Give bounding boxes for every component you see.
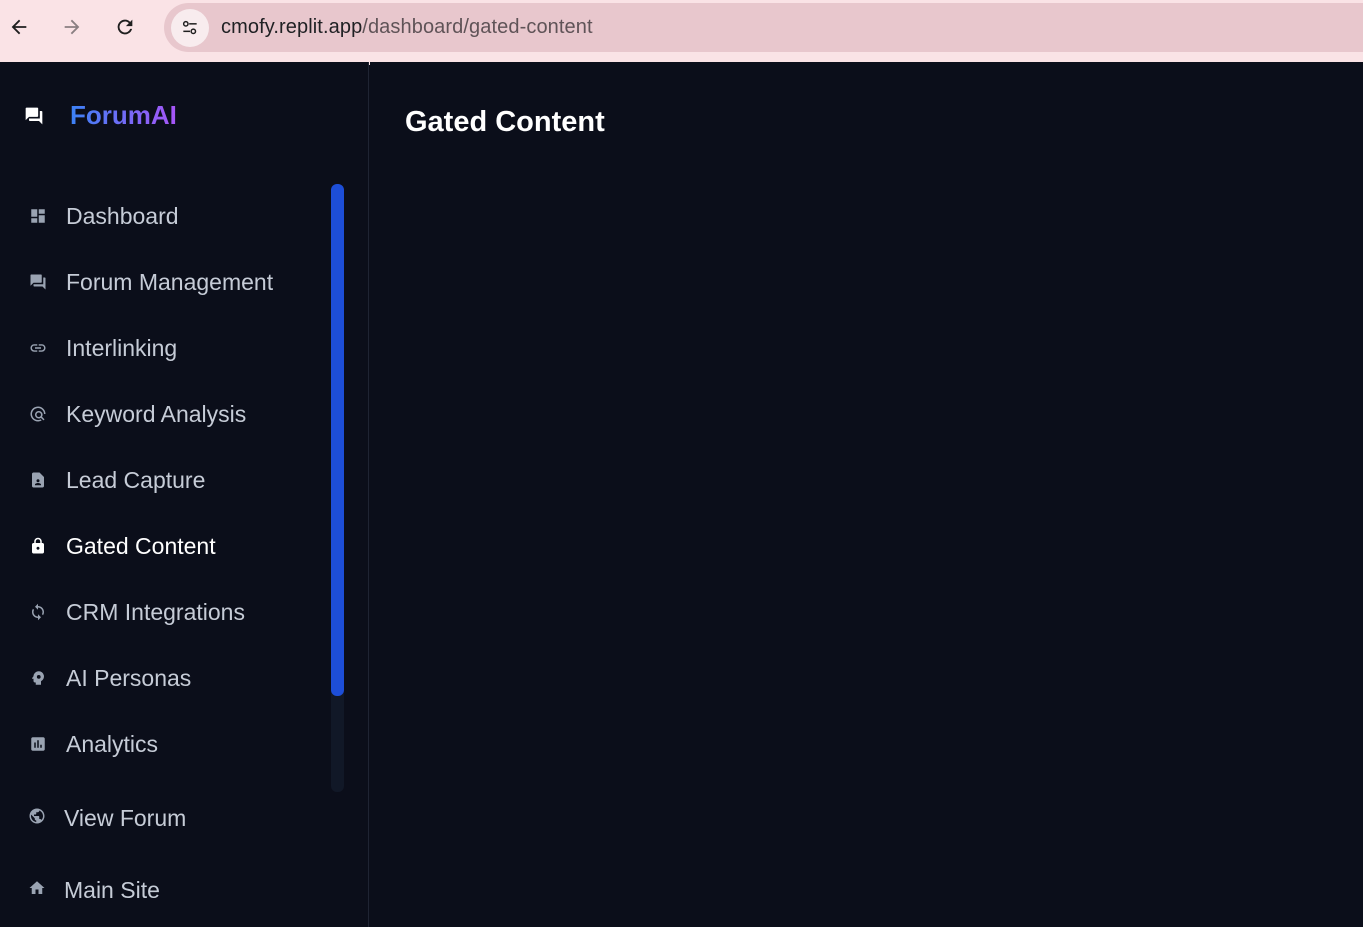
url-path: /dashboard/gated-content (362, 16, 593, 38)
sync-icon (28, 602, 48, 622)
sidebar-item-crm-integrations[interactable]: CRM Integrations (0, 579, 330, 645)
analytics-icon (28, 734, 48, 754)
browser-toolbar: cmofy.replit.app/dashboard/gated-content (0, 0, 1363, 62)
brand-name: ForumAI (70, 100, 177, 130)
main-site-label: Main Site (64, 876, 160, 903)
home-icon (28, 879, 46, 902)
sidebar-item-label: AI Personas (66, 664, 192, 691)
document-icon (28, 470, 48, 490)
keyword-search-icon (28, 404, 48, 424)
view-forum-link[interactable]: View Forum (0, 788, 330, 848)
sidebar-item-lead-capture[interactable]: Lead Capture (0, 447, 330, 513)
sidebar-nav: Dashboard Forum Management Interlinking … (0, 183, 330, 777)
lock-icon (28, 536, 48, 556)
sidebar: ForumAI Dashboard Forum Management Inter… (0, 62, 369, 927)
forward-button[interactable] (55, 10, 89, 44)
url-host: cmofy.replit.app (221, 16, 363, 38)
view-forum-label: View Forum (64, 804, 187, 831)
sidebar-item-label: Dashboard (66, 202, 179, 229)
arrow-left-icon (11, 19, 27, 35)
brand[interactable]: ForumAI (24, 100, 177, 131)
reload-icon (117, 19, 133, 35)
dashboard-icon (28, 206, 48, 226)
main-site-link[interactable]: Main Site (0, 860, 330, 920)
scrollbar-thumb[interactable] (331, 184, 344, 696)
sidebar-item-dashboard[interactable]: Dashboard (0, 183, 330, 249)
forum-icon (28, 272, 48, 292)
url-text[interactable]: cmofy.replit.app/dashboard/gated-content (221, 16, 593, 39)
sidebar-item-ai-personas[interactable]: AI Personas (0, 645, 330, 711)
sidebar-item-label: Forum Management (66, 268, 274, 295)
sidebar-item-forum-management[interactable]: Forum Management (0, 249, 330, 315)
globe-icon (28, 807, 46, 830)
sidebar-item-gated-content[interactable]: Gated Content (0, 513, 330, 579)
sidebar-item-label: Gated Content (66, 532, 216, 559)
sidebar-item-label: Lead Capture (66, 466, 206, 493)
arrow-right-icon (64, 19, 80, 35)
link-icon (28, 338, 48, 358)
page-title: Gated Content (405, 106, 605, 138)
site-info-button[interactable] (171, 8, 209, 47)
sidebar-item-interlinking[interactable]: Interlinking (0, 315, 330, 381)
psychology-icon (28, 668, 48, 688)
sidebar-item-label: Analytics (66, 730, 159, 757)
sidebar-item-label: Interlinking (66, 334, 178, 361)
sidebar-item-label: Keyword Analysis (66, 400, 247, 427)
reload-button[interactable] (108, 10, 142, 44)
sidebar-item-keyword-analysis[interactable]: Keyword Analysis (0, 381, 330, 447)
forum-icon (24, 106, 44, 126)
sidebar-item-analytics[interactable]: Analytics (0, 711, 330, 777)
back-button[interactable] (2, 10, 36, 44)
tune-icon (182, 20, 197, 34)
address-bar[interactable]: cmofy.replit.app/dashboard/gated-content (164, 3, 1363, 52)
main-content: Gated Content (370, 62, 1363, 927)
sidebar-item-label: CRM Integrations (66, 598, 245, 625)
sidebar-scrollbar[interactable] (331, 184, 344, 792)
